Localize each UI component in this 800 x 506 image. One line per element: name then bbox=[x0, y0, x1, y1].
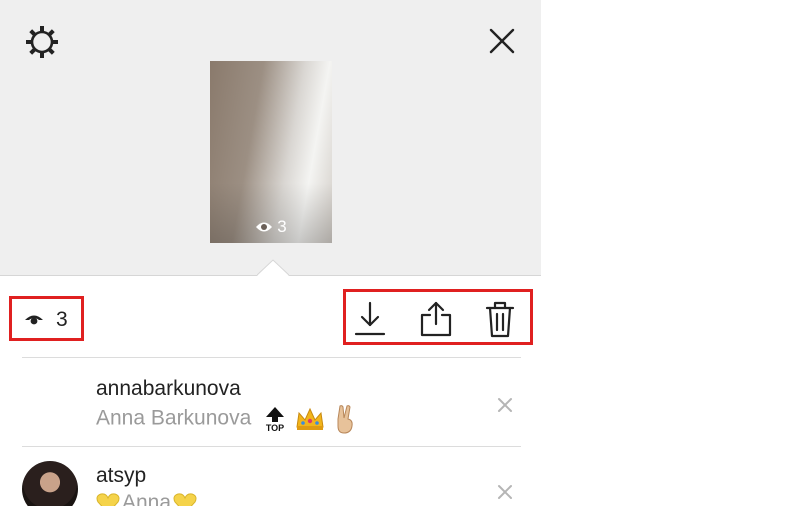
top-label: TOP bbox=[266, 423, 284, 432]
yellow-heart-icon bbox=[96, 493, 120, 506]
thumbnail-pointer bbox=[257, 259, 289, 276]
yellow-heart-icon bbox=[173, 493, 197, 506]
views-count-highlight: 3 bbox=[9, 296, 84, 341]
download-icon[interactable] bbox=[352, 300, 388, 338]
avatar[interactable] bbox=[22, 461, 78, 506]
share-icon[interactable] bbox=[418, 300, 454, 338]
eye-icon bbox=[25, 315, 43, 325]
viewer-full-name: Anna Barkunova TOP bbox=[96, 404, 357, 434]
gear-icon[interactable] bbox=[24, 24, 60, 60]
eye-icon bbox=[256, 222, 273, 232]
close-icon[interactable] bbox=[487, 26, 517, 56]
victory-hand-icon bbox=[337, 405, 353, 434]
story-preview-area: 3 bbox=[0, 0, 541, 276]
viewer-row-atsyp[interactable]: atsyp Anna bbox=[0, 447, 541, 506]
remove-viewer-icon[interactable] bbox=[496, 483, 514, 501]
trash-icon[interactable] bbox=[482, 300, 518, 338]
views-count: 3 bbox=[56, 308, 68, 331]
viewer-full-name-text: Anna bbox=[122, 491, 172, 506]
viewer-username[interactable]: atsyp bbox=[96, 464, 146, 488]
thumbnail-view-count: 3 bbox=[210, 217, 332, 237]
avatar[interactable] bbox=[22, 374, 78, 430]
viewer-row-annabarkunova[interactable]: annabarkunova Anna Barkunova TOP bbox=[0, 358, 541, 446]
story-actions-highlight bbox=[343, 289, 533, 345]
crown-icon bbox=[296, 407, 324, 430]
viewer-full-name: Anna bbox=[96, 491, 197, 506]
story-viewers-panel: 3 3 annabarkunova Anna Barkunova TOP ats… bbox=[0, 0, 541, 506]
top-arrow-icon: TOP bbox=[266, 407, 284, 432]
viewer-full-name-text: Anna Barkunova bbox=[96, 406, 252, 430]
viewer-username[interactable]: annabarkunova bbox=[96, 377, 241, 401]
remove-viewer-icon[interactable] bbox=[496, 396, 514, 414]
story-thumbnail[interactable]: 3 bbox=[210, 61, 332, 243]
